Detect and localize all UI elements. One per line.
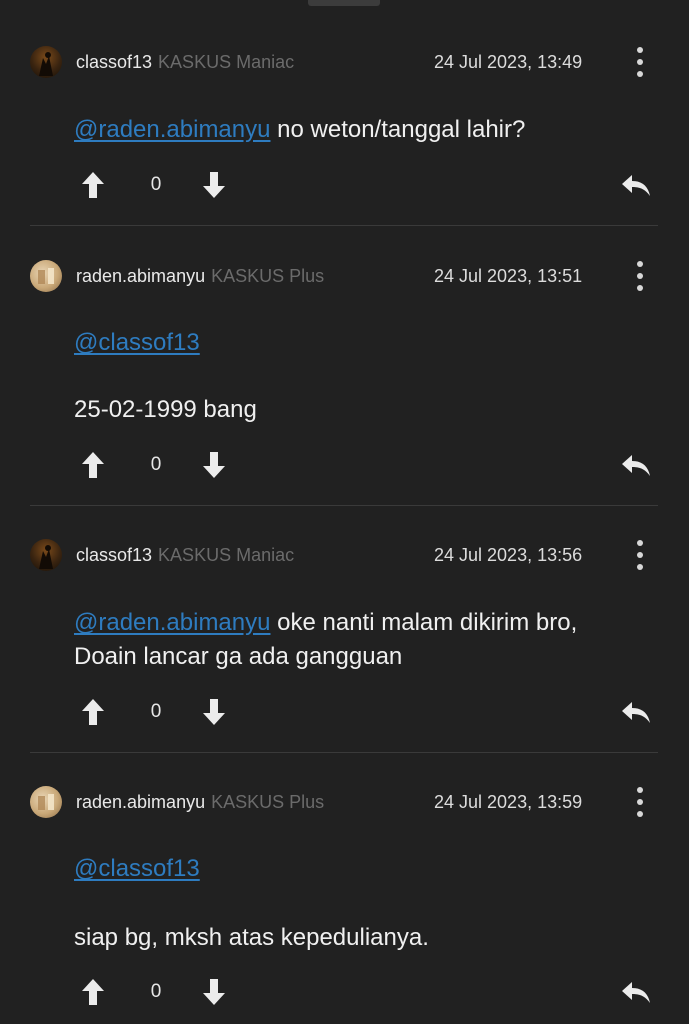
- user-mention-link[interactable]: @raden.abimanyu: [74, 609, 270, 636]
- comment-header: classof13 KASKUS Maniac 24 Jul 2023, 13:…: [30, 45, 660, 79]
- comment-actions: 0: [74, 975, 664, 1009]
- more-options-icon[interactable]: [630, 787, 650, 817]
- avatar[interactable]: [30, 539, 62, 571]
- username[interactable]: raden.abimanyu: [76, 266, 205, 287]
- comment-message: 25-02-1999 bang: [74, 396, 257, 423]
- comment-header: classof13 KASKUS Maniac 24 Jul 2023, 13:…: [30, 538, 660, 572]
- reply-icon[interactable]: [618, 975, 654, 1009]
- vote-count: 0: [150, 454, 162, 475]
- downvote-arrow-icon[interactable]: [199, 448, 229, 482]
- comment-text: @raden.abimanyu oke nanti malam dikirim …: [74, 606, 624, 674]
- timestamp: 24 Jul 2023, 13:59: [434, 791, 583, 812]
- user-mention-link[interactable]: @classof13: [74, 329, 200, 356]
- upvote-arrow-icon[interactable]: [78, 975, 108, 1009]
- timestamp: 24 Jul 2023, 13:56: [434, 544, 583, 565]
- username[interactable]: classof13: [76, 545, 152, 566]
- divider: [30, 752, 658, 753]
- comment-header: raden.abimanyu KASKUS Plus 24 Jul 2023, …: [30, 785, 660, 819]
- comment-message: no weton/tanggal lahir?: [270, 116, 526, 143]
- more-options-icon[interactable]: [630, 47, 650, 77]
- upvote-arrow-icon[interactable]: [78, 695, 108, 729]
- upvote-arrow-icon[interactable]: [78, 448, 108, 482]
- comment-text: @raden.abimanyu no weton/tanggal lahir?: [74, 113, 634, 147]
- user-mention-link[interactable]: @raden.abimanyu: [74, 116, 270, 143]
- vote-count: 0: [150, 174, 162, 195]
- comment-actions: 0: [74, 448, 664, 482]
- comment-header: raden.abimanyu KASKUS Plus 24 Jul 2023, …: [30, 259, 660, 293]
- avatar[interactable]: [30, 46, 62, 78]
- downvote-arrow-icon[interactable]: [199, 695, 229, 729]
- upvote-arrow-icon[interactable]: [78, 168, 108, 202]
- vote-count: 0: [150, 981, 162, 1002]
- timestamp: 24 Jul 2023, 13:51: [434, 265, 583, 286]
- user-mention-link[interactable]: @classof13: [74, 855, 200, 882]
- divider: [30, 505, 658, 506]
- more-options-icon[interactable]: [630, 261, 650, 291]
- comment-actions: 0: [74, 695, 664, 729]
- comment-actions: 0: [74, 168, 664, 202]
- reply-icon[interactable]: [618, 448, 654, 482]
- sheet-drag-handle[interactable]: [308, 0, 380, 6]
- avatar[interactable]: [30, 786, 62, 818]
- downvote-arrow-icon[interactable]: [199, 168, 229, 202]
- vote-count: 0: [150, 701, 162, 722]
- more-options-icon[interactable]: [630, 540, 650, 570]
- downvote-arrow-icon[interactable]: [199, 975, 229, 1009]
- user-rank: KASKUS Plus: [211, 791, 325, 812]
- timestamp: 24 Jul 2023, 13:49: [434, 51, 583, 72]
- username[interactable]: classof13: [76, 52, 152, 73]
- comment-text: @classof13: [74, 852, 634, 886]
- comment-message: siap bg, mksh atas kepedulianya.: [74, 924, 429, 951]
- reply-icon[interactable]: [618, 168, 654, 202]
- username[interactable]: raden.abimanyu: [76, 792, 205, 813]
- user-rank: KASKUS Maniac: [158, 544, 295, 565]
- avatar[interactable]: [30, 260, 62, 292]
- user-rank: KASKUS Plus: [211, 265, 325, 286]
- reply-icon[interactable]: [618, 695, 654, 729]
- comment-text: @classof13: [74, 326, 634, 360]
- user-rank: KASKUS Maniac: [158, 51, 295, 72]
- divider: [30, 225, 658, 226]
